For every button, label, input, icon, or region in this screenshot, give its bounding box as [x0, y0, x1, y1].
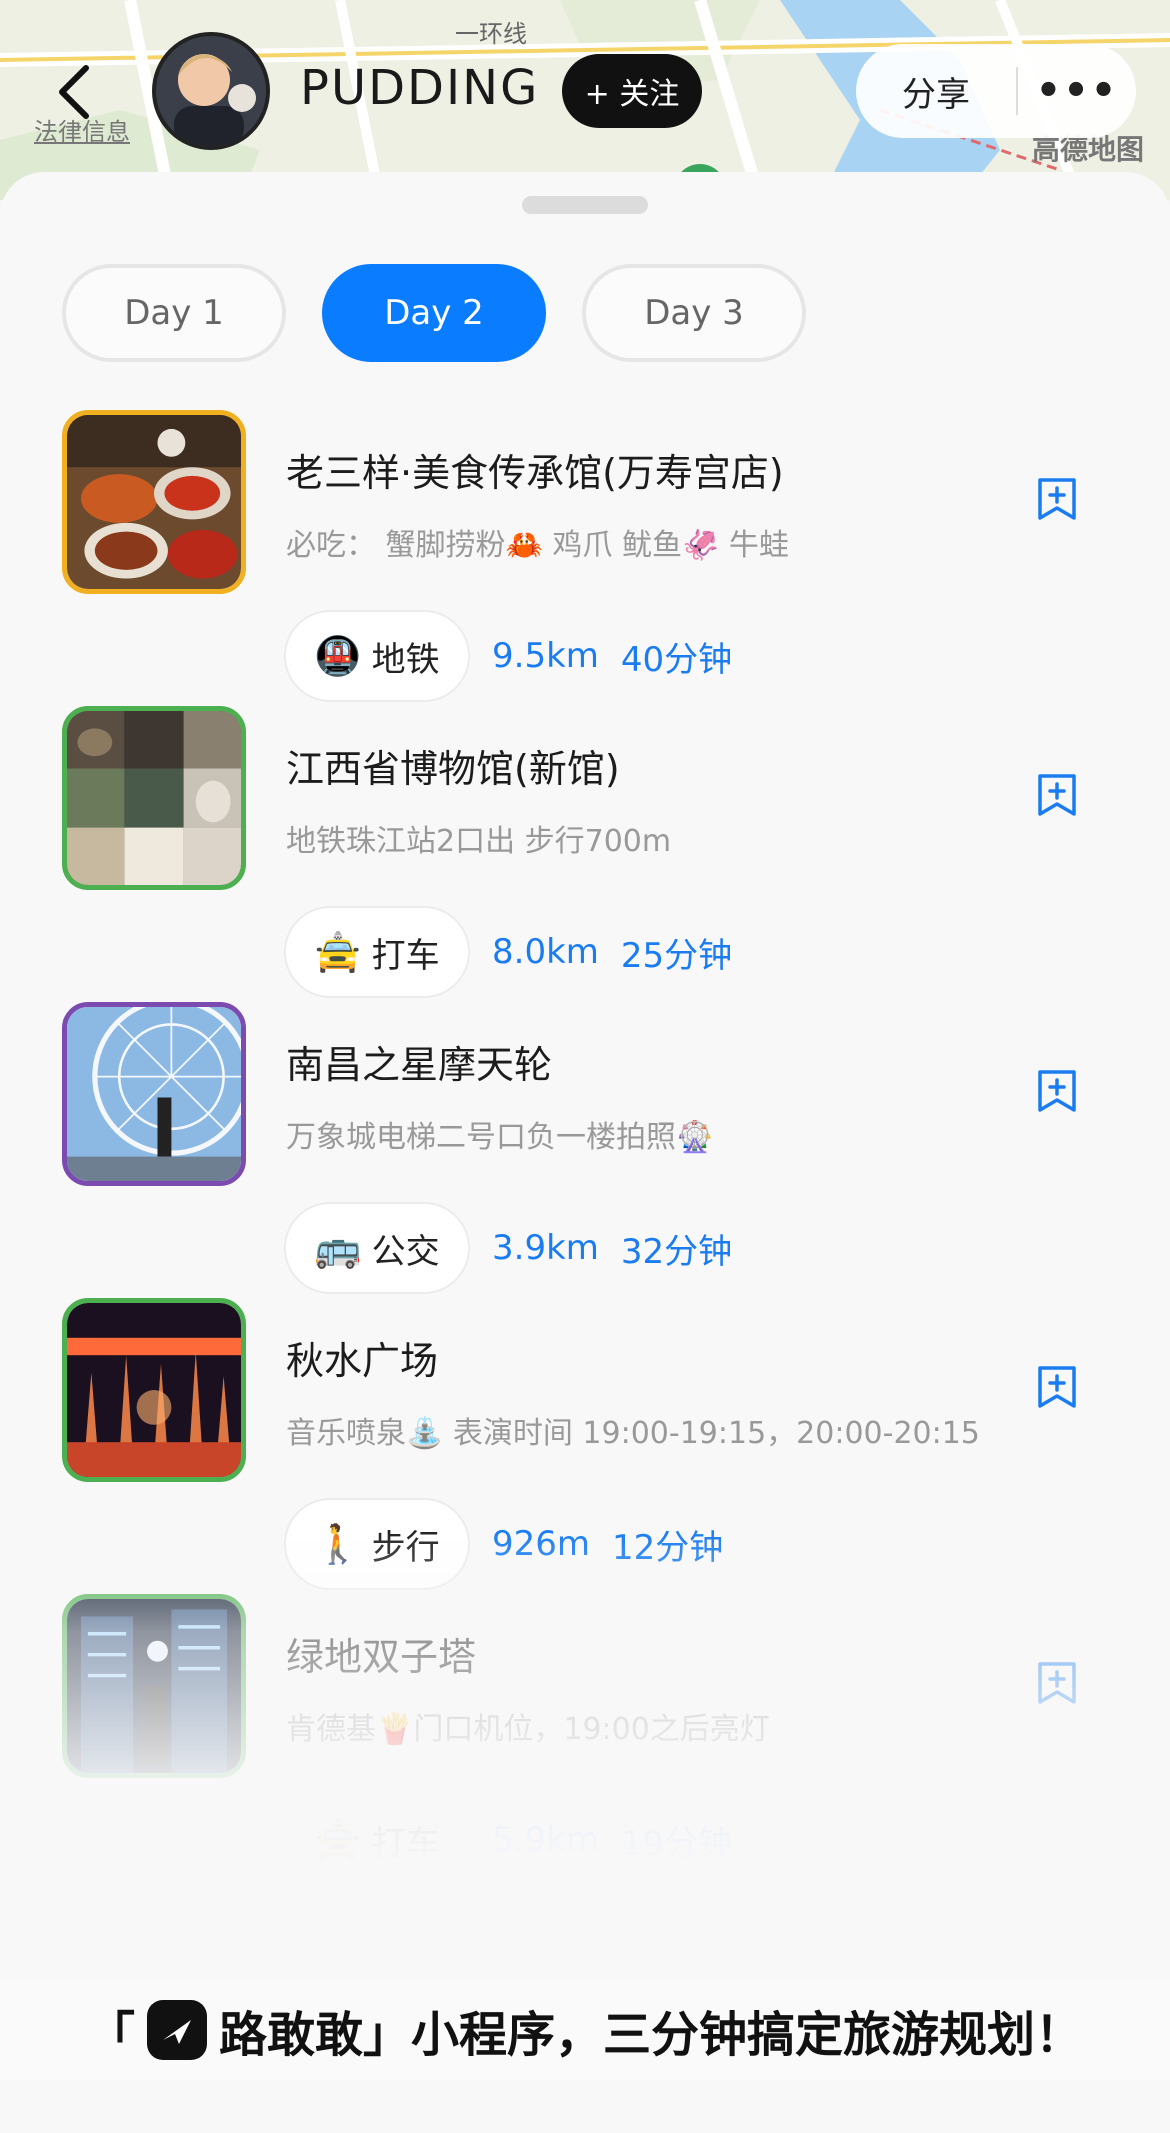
transport-mode-chip[interactable]: 🚶 步行: [284, 1498, 470, 1590]
transport-duration: 40分钟: [620, 639, 733, 680]
stop-thumbnail[interactable]: [62, 410, 246, 594]
transport-mode-label: 打车: [371, 935, 440, 976]
arrow-logo-icon: [162, 2020, 191, 2044]
itinerary-stop[interactable]: 绿地双子塔 肯德基🍟门口机位，19:00之后亮灯 🚖 打车 5.9km 19分钟: [0, 1594, 1170, 1890]
bookmark-add-icon[interactable]: [1036, 1660, 1078, 1706]
back-button[interactable]: [48, 62, 98, 122]
stop-title[interactable]: 老三样·美食传承馆(万寿宫店): [286, 442, 784, 497]
transport-duration: 25分钟: [620, 935, 733, 976]
itinerary-stop[interactable]: 老三样·美食传承馆(万寿宫店) 必吃： 蟹脚捞粉🦀 鸡爪 鱿鱼🦑 牛蛙 🚇 地铁…: [0, 410, 1170, 706]
transport-mode-label: 公交: [371, 1231, 440, 1272]
transport-row: 🚌 公交 3.9km 32分钟: [284, 1202, 732, 1294]
avatar-photo: [156, 36, 266, 146]
chevron-left-icon: [59, 65, 89, 119]
itinerary-stop[interactable]: 秋水广场 音乐喷泉⛲ 表演时间 19:00-19:15，20:00-20:15 …: [0, 1298, 1170, 1594]
miniprogram-capsule: 分享 •••: [856, 44, 1136, 138]
stop-description: 音乐喷泉⛲ 表演时间 19:00-19:15，20:00-20:15: [286, 1416, 980, 1451]
taxi-icon: 🚖: [314, 1817, 362, 1862]
food-photo: [67, 415, 241, 589]
transport-mode-chip[interactable]: 🚖 打车: [284, 1794, 470, 1886]
stop-title[interactable]: 绿地双子塔: [286, 1626, 476, 1681]
stop-thumbnail-partial[interactable]: [62, 1892, 246, 1952]
taxi-icon: 🚖: [314, 929, 362, 974]
transport-mode-label: 打车: [371, 1823, 440, 1864]
ferris-wheel-photo: [67, 1007, 241, 1181]
promo-banner[interactable]: 「 路敢敢 」小程序，三分钟搞定旅游规划！: [0, 1980, 1170, 2080]
transport-mode-label: 步行: [371, 1527, 440, 1568]
day-tabs: Day 1 Day 2 Day 3: [62, 264, 806, 362]
transport-row: 🚶 步行 926m 12分钟: [284, 1498, 723, 1590]
transport-duration: 32分钟: [620, 1231, 733, 1272]
transport-distance: 926m: [492, 1524, 591, 1564]
stop-description: 肯德基🍟门口机位，19:00之后亮灯: [286, 1712, 770, 1747]
transport-mode-chip[interactable]: 🚇 地铁: [284, 610, 470, 702]
stop-thumbnail[interactable]: [62, 1002, 246, 1186]
bus-icon: 🚌: [314, 1225, 362, 1270]
bookmark-add-icon[interactable]: [1036, 772, 1078, 818]
map-road-label: 一环线: [455, 20, 527, 48]
walking-icon: 🚶: [314, 1521, 362, 1566]
stop-title[interactable]: 南昌之星摩天轮: [286, 1034, 552, 1089]
transport-row: 🚇 地铁 9.5km 40分钟: [284, 610, 732, 702]
transport-row: 🚖 打车 8.0km 25分钟: [284, 906, 732, 998]
transport-mode-chip[interactable]: 🚌 公交: [284, 1202, 470, 1294]
subway-icon: 🚇: [314, 633, 362, 678]
avatar[interactable]: [152, 32, 270, 150]
drag-handle[interactable]: [522, 196, 648, 214]
stop-thumbnail[interactable]: [62, 706, 246, 890]
museum-photo: [67, 711, 241, 885]
fountain-photo: [67, 1303, 241, 1477]
bookmark-add-icon[interactable]: [1036, 1068, 1078, 1114]
stop-title[interactable]: 秋水广场: [286, 1330, 438, 1385]
transport-mode-chip[interactable]: 🚖 打车: [284, 906, 470, 998]
app-logo-icon: [146, 2000, 207, 2060]
transport-distance: 3.9km: [492, 1228, 599, 1268]
promo-tagline: 」小程序，三分钟搞定旅游规划！: [363, 2007, 1084, 2063]
stop-title-partial[interactable]: 领解祥记·爆炒香辣蟹(西城凹馆店): [286, 1924, 860, 1979]
username[interactable]: PUDDING: [300, 60, 539, 116]
transport-duration: 12分钟: [612, 1527, 724, 1568]
twin-towers-photo: [67, 1599, 241, 1773]
bookmark-add-icon[interactable]: [1036, 476, 1078, 522]
stop-description: 万象城电梯二号口负一楼拍照🎡: [286, 1120, 714, 1155]
transport-mode-label: 地铁: [371, 639, 440, 680]
transport-duration: 19分钟: [620, 1823, 733, 1864]
itinerary-stop[interactable]: 南昌之星摩天轮 万象城电梯二号口负一楼拍照🎡 🚌 公交 3.9km 32分钟: [0, 1002, 1170, 1298]
promo-left-bracket: 「: [86, 2007, 135, 2063]
tab-day-1[interactable]: Day 1: [62, 264, 286, 362]
transport-distance: 8.0km: [492, 932, 599, 972]
stop-thumbnail[interactable]: [62, 1594, 246, 1778]
bookmark-add-icon[interactable]: [1036, 1364, 1078, 1410]
stop-title[interactable]: 江西省博物馆(新馆): [286, 738, 620, 793]
itinerary-stop[interactable]: 江西省博物馆(新馆) 地铁珠江站2口出 步行700m 🚖 打车 8.0km 25…: [0, 706, 1170, 1002]
stop-description: 地铁珠江站2口出 步行700m: [286, 824, 672, 859]
tab-day-3[interactable]: Day 3: [582, 264, 806, 362]
share-button[interactable]: 分享: [856, 67, 1016, 116]
promo-app-name: 路敢敢: [218, 2007, 363, 2063]
stop-thumbnail[interactable]: [62, 1298, 246, 1482]
transport-distance: 9.5km: [492, 636, 599, 676]
stop-description: 必吃： 蟹脚捞粉🦀 鸡爪 鱿鱼🦑 牛蛙: [286, 528, 789, 563]
transport-row: 🚖 打车 5.9km 19分钟: [284, 1794, 732, 1886]
transport-distance: 5.9km: [492, 1820, 599, 1860]
more-button[interactable]: •••: [1018, 68, 1136, 114]
follow-button[interactable]: + 关注: [562, 54, 702, 128]
tab-day-2[interactable]: Day 2: [322, 264, 546, 362]
